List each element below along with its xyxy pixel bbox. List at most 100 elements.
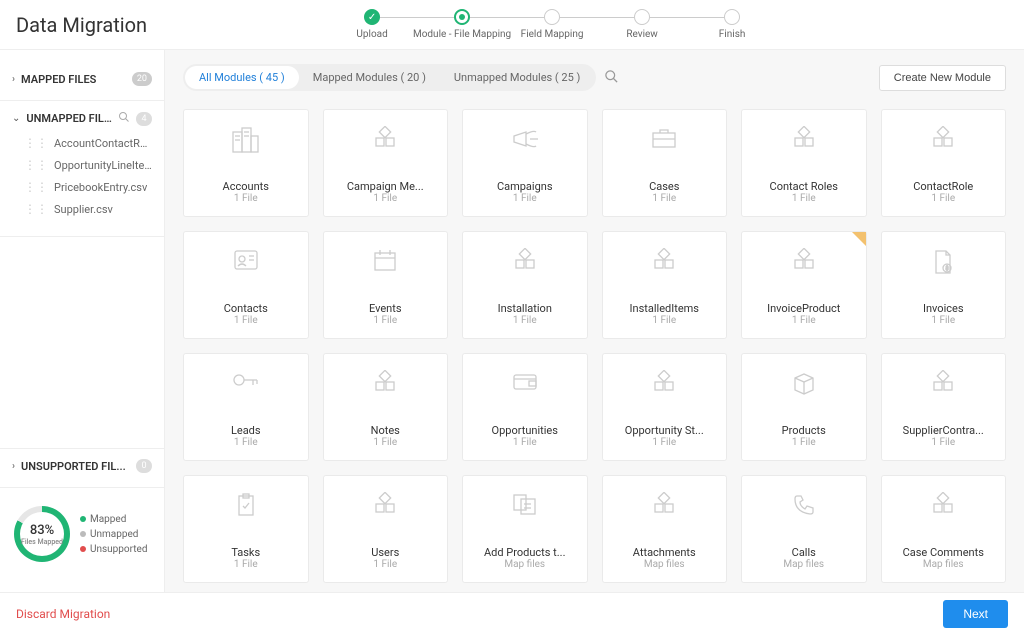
file-item[interactable]: ⋮⋮ AccountContactRo... bbox=[12, 132, 152, 154]
drag-handle-icon[interactable]: ⋮⋮ bbox=[24, 158, 48, 172]
tab-mapped-modules[interactable]: Mapped Modules ( 20 ) bbox=[299, 66, 440, 89]
count-badge: 20 bbox=[132, 72, 152, 86]
module-sub: 1 File bbox=[192, 559, 300, 570]
module-card[interactable]: Contacts1 File bbox=[183, 231, 309, 339]
module-card[interactable]: Events1 File bbox=[323, 231, 449, 339]
module-sub: 1 File bbox=[332, 437, 440, 448]
module-card[interactable]: InstalledItems1 File bbox=[602, 231, 728, 339]
module-card[interactable]: Contact Roles1 File bbox=[741, 109, 867, 217]
squares-icon bbox=[929, 370, 957, 397]
file-item[interactable]: ⋮⋮ OpportunityLineIte... bbox=[12, 154, 152, 176]
module-title: Installation bbox=[471, 302, 579, 315]
squares-icon bbox=[511, 248, 539, 275]
tab-unmapped-modules[interactable]: Unmapped Modules ( 25 ) bbox=[440, 66, 594, 89]
drag-handle-icon[interactable]: ⋮⋮ bbox=[24, 136, 48, 150]
module-title: SupplierContra... bbox=[890, 424, 998, 437]
module-card[interactable]: Case CommentsMap files bbox=[881, 475, 1007, 583]
module-sub: 1 File bbox=[890, 193, 998, 204]
module-sub: Map files bbox=[471, 559, 579, 570]
step-finish[interactable]: Finish bbox=[687, 9, 777, 40]
chevron-right-icon: › bbox=[12, 74, 15, 85]
next-button[interactable]: Next bbox=[943, 600, 1008, 628]
drag-handle-icon[interactable]: ⋮⋮ bbox=[24, 202, 48, 216]
module-card[interactable]: $Invoices1 File bbox=[881, 231, 1007, 339]
module-sub: 1 File bbox=[192, 315, 300, 326]
step-review[interactable]: Review bbox=[597, 9, 687, 40]
module-card[interactable]: Notes1 File bbox=[323, 353, 449, 461]
squares-icon bbox=[650, 492, 678, 519]
content-area: All Modules ( 45 ) Mapped Modules ( 20 )… bbox=[165, 50, 1024, 592]
module-title: Case Comments bbox=[890, 546, 998, 559]
module-sub: 1 File bbox=[471, 193, 579, 204]
module-card[interactable]: ContactRole1 File bbox=[881, 109, 1007, 217]
megaphone-icon bbox=[510, 126, 540, 155]
module-card[interactable]: Opportunity St...1 File bbox=[602, 353, 728, 461]
count-badge: 0 bbox=[136, 459, 152, 473]
step-module-file-mapping[interactable]: Module - File Mapping bbox=[417, 9, 507, 40]
legend-label: Unsupported bbox=[90, 544, 147, 555]
module-sub: 1 File bbox=[332, 559, 440, 570]
svg-text:$: $ bbox=[946, 265, 949, 272]
unmapped-files-toggle[interactable]: ⌄ UNMAPPED FILES 4 bbox=[12, 105, 152, 132]
box-icon bbox=[791, 370, 817, 399]
legend-dot bbox=[80, 516, 86, 522]
wallet-icon bbox=[511, 370, 539, 395]
module-card[interactable]: SupplierContra...1 File bbox=[881, 353, 1007, 461]
legend-dot bbox=[80, 531, 86, 537]
module-title: Cases bbox=[611, 180, 719, 193]
step-upload[interactable]: ✓ Upload bbox=[327, 9, 417, 40]
module-card[interactable]: Add Products t...Map files bbox=[462, 475, 588, 583]
files-icon bbox=[511, 492, 539, 519]
module-card[interactable]: Opportunities1 File bbox=[462, 353, 588, 461]
module-title: Invoices bbox=[890, 302, 998, 315]
module-title: Tasks bbox=[192, 546, 300, 559]
module-sub: 1 File bbox=[332, 193, 440, 204]
module-title: Notes bbox=[332, 424, 440, 437]
module-card[interactable]: Leads1 File bbox=[183, 353, 309, 461]
module-card[interactable]: Users1 File bbox=[323, 475, 449, 583]
key-icon bbox=[231, 370, 261, 393]
module-title: Opportunities bbox=[471, 424, 579, 437]
module-title: Add Products t... bbox=[471, 546, 579, 559]
module-card[interactable]: Campaign Me...1 File bbox=[323, 109, 449, 217]
module-sub: 1 File bbox=[750, 437, 858, 448]
module-title: Users bbox=[332, 546, 440, 559]
discard-migration-link[interactable]: Discard Migration bbox=[16, 607, 110, 621]
drag-handle-icon[interactable]: ⋮⋮ bbox=[24, 180, 48, 194]
module-sub: 1 File bbox=[192, 437, 300, 448]
module-sub: 1 File bbox=[471, 437, 579, 448]
legend-item: Mapped bbox=[80, 514, 147, 525]
module-card[interactable]: CallsMap files bbox=[741, 475, 867, 583]
file-name: Supplier.csv bbox=[54, 203, 113, 216]
create-new-module-button[interactable]: Create New Module bbox=[879, 65, 1006, 91]
module-title: Contact Roles bbox=[750, 180, 858, 193]
search-icon[interactable] bbox=[118, 111, 130, 126]
module-title: Events bbox=[332, 302, 440, 315]
invoice-icon: $ bbox=[931, 248, 955, 279]
module-card[interactable]: Accounts1 File bbox=[183, 109, 309, 217]
file-name: OpportunityLineIte... bbox=[54, 159, 152, 172]
file-item[interactable]: ⋮⋮ Supplier.csv bbox=[12, 198, 152, 220]
unsupported-files-toggle[interactable]: › UNSUPPORTED FIL... 0 bbox=[12, 453, 152, 479]
tab-all-modules[interactable]: All Modules ( 45 ) bbox=[185, 66, 299, 89]
module-card[interactable]: InvoiceProduct1 File bbox=[741, 231, 867, 339]
step-field-mapping[interactable]: Field Mapping bbox=[507, 9, 597, 40]
module-card[interactable]: Cases1 File bbox=[602, 109, 728, 217]
module-title: Calls bbox=[750, 546, 858, 559]
module-card[interactable]: AttachmentsMap files bbox=[602, 475, 728, 583]
mapped-files-toggle[interactable]: › MAPPED FILES 20 bbox=[12, 66, 152, 92]
module-title: Contacts bbox=[192, 302, 300, 315]
module-title: Campaigns bbox=[471, 180, 579, 193]
module-card[interactable]: Tasks1 File bbox=[183, 475, 309, 583]
module-card[interactable]: Installation1 File bbox=[462, 231, 588, 339]
file-name: AccountContactRo... bbox=[54, 137, 152, 150]
search-icon[interactable] bbox=[604, 69, 619, 87]
legend-dot bbox=[80, 546, 86, 552]
squares-icon bbox=[790, 126, 818, 153]
calendar-icon bbox=[372, 248, 398, 275]
file-item[interactable]: ⋮⋮PricebookEntry.csv bbox=[12, 176, 152, 198]
squares-icon bbox=[650, 248, 678, 275]
progress-donut: 83% Files Mapped MappedUnmappedUnsupport… bbox=[0, 488, 164, 580]
module-card[interactable]: Products1 File bbox=[741, 353, 867, 461]
module-card[interactable]: Campaigns1 File bbox=[462, 109, 588, 217]
